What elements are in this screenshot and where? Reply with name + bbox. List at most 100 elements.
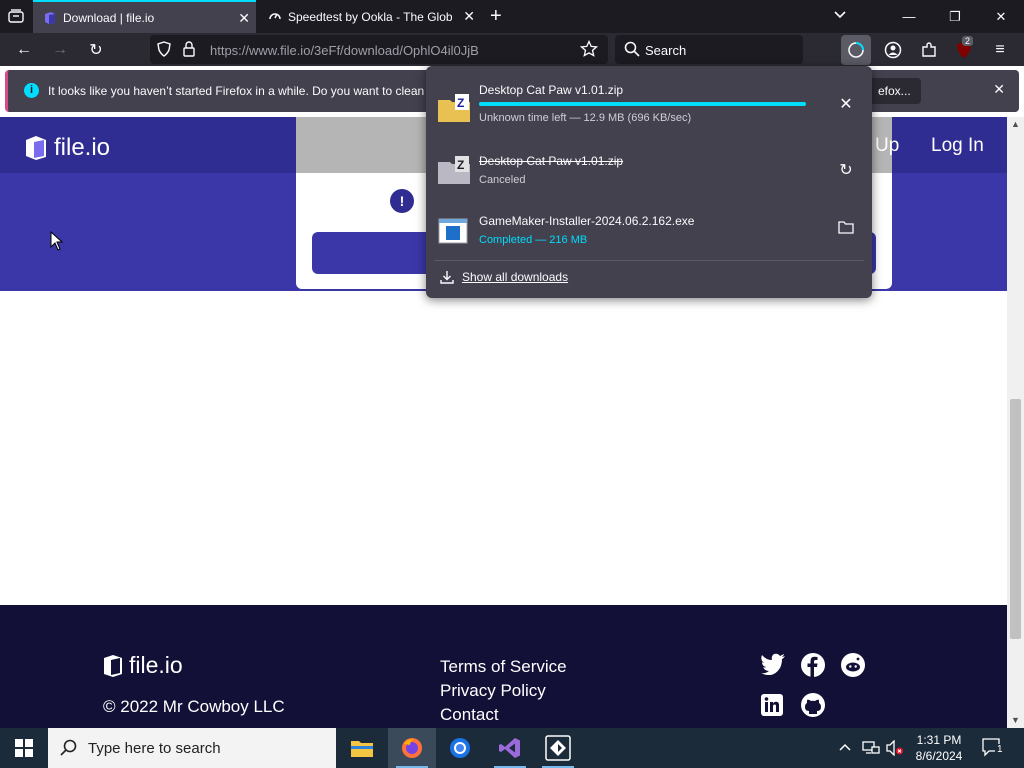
reload-button[interactable]: ↻ — [82, 36, 110, 64]
download-filename: GameMaker-Installer-2024.06.2.162.exe — [479, 214, 695, 228]
scroll-up-arrow-icon[interactable]: ▲ — [1011, 119, 1020, 129]
visual-studio-taskbar-icon[interactable] — [486, 728, 534, 768]
taskbar-search-box[interactable]: Type here to search — [48, 728, 336, 768]
download-filename: Desktop Cat Paw v1.01.zip — [479, 83, 624, 97]
download-filename: Desktop Cat Paw v1.01.zip — [479, 154, 624, 168]
page-scrollbar[interactable]: ▲ ▼ — [1007, 117, 1024, 728]
scroll-down-arrow-icon[interactable]: ▼ — [1011, 715, 1020, 725]
extensions-icon[interactable] — [915, 36, 943, 64]
download-item[interactable]: Z Desktop Cat Paw v1.01.zip Canceled ↻ — [426, 146, 872, 208]
taskbar-search-placeholder: Type here to search — [88, 740, 221, 757]
network-icon[interactable] — [862, 740, 880, 761]
hamburger-menu-icon[interactable]: ≡ — [986, 36, 1014, 64]
chevron-down-icon[interactable] — [832, 6, 848, 27]
windows-taskbar: Type here to search 1:31 PM 8/6/2024 1 — [0, 728, 1024, 768]
scrollbar-thumb[interactable] — [1010, 399, 1021, 639]
exe-file-icon — [438, 218, 470, 250]
download-item[interactable]: Z Desktop Cat Paw v1.01.zip Unknown time… — [426, 74, 872, 136]
chrome-taskbar-icon[interactable] — [436, 728, 484, 768]
file-io-logo-icon — [26, 136, 46, 160]
mouse-cursor-icon — [50, 230, 64, 256]
copyright-text: © 2022 Mr Cowboy LLC — [103, 697, 285, 716]
logo-text: file.io — [54, 134, 111, 161]
tab-file-io[interactable]: Download | file.io ✕ — [33, 0, 256, 33]
site-logo[interactable]: file.io — [24, 134, 110, 162]
tab-strip: Download | file.io ✕ Speedtest by Ookla … — [0, 0, 1024, 33]
close-tab-icon[interactable]: ✕ — [238, 10, 250, 27]
windows-logo-icon — [15, 739, 33, 757]
show-all-downloads-button[interactable]: Show all downloads — [440, 270, 568, 284]
search-placeholder: Search — [645, 43, 687, 58]
downloads-panel: Z Desktop Cat Paw v1.01.zip Unknown time… — [426, 66, 872, 298]
tab-title: Speedtest by Ookla - The Global — [288, 9, 452, 24]
refresh-firefox-button[interactable]: efox... — [868, 78, 921, 104]
download-progress-fill — [479, 102, 806, 106]
show-all-downloads-label: Show all downloads — [462, 270, 569, 284]
forward-button[interactable]: → — [46, 36, 74, 64]
svg-text:Z: Z — [457, 96, 464, 110]
login-link[interactable]: Log In — [931, 135, 984, 157]
speedtest-favicon-icon — [268, 9, 282, 23]
notification-message: It looks like you haven’t started Firefo… — [48, 84, 434, 98]
zip-file-icon: Z — [438, 154, 470, 186]
action-center-icon[interactable]: 1 — [982, 738, 1005, 763]
downloads-button[interactable] — [841, 35, 871, 65]
zip-file-icon: Z — [438, 92, 470, 124]
lock-icon[interactable] — [182, 41, 196, 62]
url-path: /3eFf/download/OphlO4il0JjB — [310, 43, 479, 58]
contact-link[interactable]: Contact — [440, 705, 499, 725]
bookmark-star-icon[interactable] — [579, 39, 599, 63]
download-status: Unknown time left — 12.9 MB (696 KB/sec) — [479, 112, 692, 124]
clock-date: 8/6/2024 — [915, 749, 963, 763]
gamemaker-taskbar-icon[interactable] — [534, 728, 582, 768]
download-status: Canceled — [479, 174, 526, 186]
start-button[interactable] — [0, 728, 48, 768]
footer-logo[interactable]: file.io — [103, 652, 183, 679]
url-domain: https://www.file.io — [210, 43, 311, 58]
close-window-button[interactable]: ✕ — [978, 0, 1024, 33]
reddit-icon[interactable] — [840, 652, 866, 678]
volume-muted-icon[interactable] — [886, 739, 904, 761]
url-text[interactable]: https://www.file.io/3eFf/download/OphlO4… — [210, 43, 479, 58]
download-status: Completed — 216 MB — [479, 234, 588, 246]
retry-download-icon[interactable]: ↻ — [836, 160, 856, 180]
file-io-favicon-icon — [43, 11, 57, 25]
divider — [434, 260, 864, 261]
new-tab-icon[interactable]: + — [490, 5, 502, 28]
ublock-extension-icon[interactable]: 2 — [950, 36, 978, 64]
minimize-button[interactable]: — — [886, 0, 932, 33]
clock-time: 1:31 PM — [916, 733, 962, 747]
privacy-policy-link[interactable]: Privacy Policy — [440, 681, 546, 701]
download-arrow-icon — [440, 271, 454, 284]
search-icon — [60, 739, 78, 762]
chevron-up-icon[interactable] — [838, 740, 852, 759]
file-explorer-icon[interactable] — [338, 728, 386, 768]
tab-list-icon[interactable] — [8, 9, 24, 23]
url-bar[interactable]: https://www.file.io/3eFf/download/OphlO4… — [150, 35, 608, 64]
system-clock[interactable]: 1:31 PM 8/6/2024 — [908, 732, 970, 764]
extension-badge: 2 — [962, 36, 974, 46]
linkedin-icon[interactable] — [760, 693, 786, 719]
github-icon[interactable] — [800, 692, 826, 718]
open-folder-icon[interactable] — [836, 220, 856, 240]
tracking-shield-icon[interactable] — [156, 41, 172, 62]
tab-speedtest[interactable]: Speedtest by Ookla - The Global ✕ — [258, 0, 481, 33]
signup-link[interactable]: Up — [875, 135, 899, 157]
search-icon — [624, 41, 640, 62]
download-item[interactable]: GameMaker-Installer-2024.06.2.162.exe Co… — [426, 206, 872, 268]
cancel-download-icon[interactable]: ✕ — [836, 94, 856, 114]
terms-of-service-link[interactable]: Terms of Service — [440, 657, 567, 677]
svg-text:Z: Z — [457, 158, 464, 172]
footer-logo-text: file.io — [129, 652, 183, 678]
firefox-taskbar-icon[interactable] — [388, 728, 436, 768]
account-icon[interactable] — [879, 36, 907, 64]
twitter-icon[interactable] — [760, 653, 786, 679]
facebook-icon[interactable] — [800, 652, 826, 678]
restore-button[interactable]: ❐ — [932, 0, 978, 33]
search-bar[interactable]: Search — [615, 35, 803, 64]
file-io-logo-icon — [104, 654, 122, 677]
back-button[interactable]: ← — [10, 36, 38, 64]
close-notification-icon[interactable]: ✕ — [993, 81, 1005, 98]
tab-title: Download | file.io — [63, 10, 155, 25]
close-tab-icon[interactable]: ✕ — [463, 8, 475, 25]
